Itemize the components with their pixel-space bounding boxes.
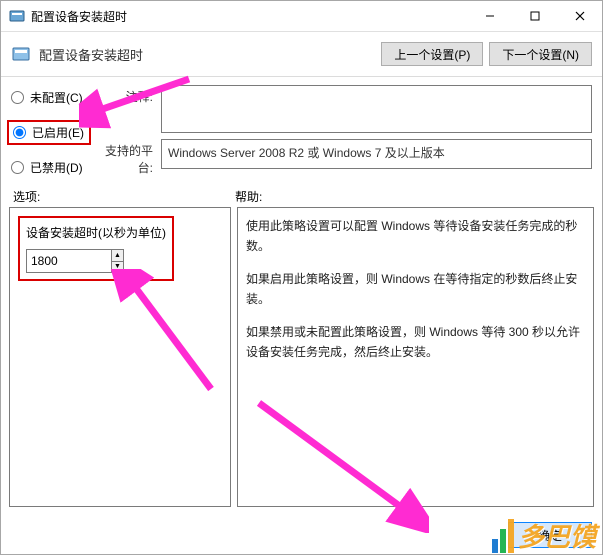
radio-disabled[interactable]: 已禁用(D) — [11, 159, 91, 176]
timeout-spinner[interactable]: ▲ ▼ — [26, 249, 124, 273]
dialog-window: 配置设备安装超时 配置设备安装超时 上一个设置(P) 下一个设置(N) — [0, 0, 603, 555]
platform-row: 支持的平台: Windows Server 2008 R2 或 Windows … — [91, 139, 592, 176]
radio-not-configured-input[interactable] — [11, 91, 24, 104]
platform-label: 支持的平台: — [91, 139, 153, 176]
help-panel: 使用此策略设置可以配置 Windows 等待设备安装任务完成的秒数。 如果启用此… — [237, 207, 594, 507]
prev-setting-button[interactable]: 上一个设置(P) — [381, 42, 483, 66]
app-icon — [9, 8, 25, 24]
subheader: 配置设备安装超时 上一个设置(P) 下一个设置(N) — [1, 32, 602, 77]
comment-label: 注释: — [91, 85, 153, 105]
policy-icon — [11, 44, 31, 64]
config-area: 未配置(C) 已启用(E) 已禁用(D) 注释: 支持的平台: Windows … — [1, 77, 602, 180]
radio-disabled-label: 已禁用(D) — [30, 159, 83, 176]
subheader-title: 配置设备安装超时 — [39, 45, 143, 64]
option-title: 设备安装超时(以秒为单位) — [26, 224, 166, 241]
help-heading: 帮助: — [235, 188, 590, 205]
radio-not-configured-label: 未配置(C) — [30, 89, 83, 106]
comment-row: 注释: — [91, 85, 592, 133]
radio-not-configured[interactable]: 未配置(C) — [11, 89, 91, 106]
radio-enabled[interactable]: 已启用(E) — [13, 124, 85, 141]
window-title: 配置设备安装超时 — [31, 8, 127, 25]
radio-enabled-label: 已启用(E) — [32, 124, 84, 141]
next-setting-button[interactable]: 下一个设置(N) — [489, 42, 592, 66]
minimize-button[interactable] — [467, 1, 512, 31]
radio-enabled-highlight: 已启用(E) — [7, 120, 91, 145]
maximize-button[interactable] — [512, 1, 557, 31]
options-panel: 设备安装超时(以秒为单位) ▲ ▼ — [9, 207, 231, 507]
radio-disabled-input[interactable] — [11, 161, 24, 174]
option-highlight: 设备安装超时(以秒为单位) ▲ ▼ — [18, 216, 174, 281]
close-button[interactable] — [557, 1, 602, 31]
watermark-bars — [492, 519, 514, 553]
spinner-down[interactable]: ▼ — [112, 261, 123, 273]
help-p1: 使用此策略设置可以配置 Windows 等待设备安装任务完成的秒数。 — [246, 216, 585, 257]
titlebar: 配置设备安装超时 — [1, 1, 602, 32]
timeout-input[interactable] — [27, 250, 111, 272]
watermark: 多巴馍 — [492, 517, 596, 554]
help-p3: 如果禁用或未配置此策略设置，则 Windows 等待 300 秒以允许设备安装任… — [246, 322, 585, 363]
state-radio-group: 未配置(C) 已启用(E) 已禁用(D) — [11, 85, 91, 176]
mid-labels: 选项: 帮助: — [1, 180, 602, 207]
spinner-arrows: ▲ ▼ — [111, 250, 123, 272]
watermark-text: 多巴馍 — [518, 517, 596, 554]
platform-value: Windows Server 2008 R2 或 Windows 7 及以上版本 — [161, 139, 592, 169]
panels: 设备安装超时(以秒为单位) ▲ ▼ 使用此策略设置可以配置 Windows 等待… — [1, 207, 602, 507]
radio-enabled-input[interactable] — [13, 126, 26, 139]
options-heading: 选项: — [13, 188, 235, 205]
help-p2: 如果启用此策略设置，则 Windows 在等待指定的秒数后终止安装。 — [246, 269, 585, 310]
comment-input[interactable] — [161, 85, 592, 133]
config-fields: 注释: 支持的平台: Windows Server 2008 R2 或 Wind… — [91, 85, 592, 176]
spinner-up[interactable]: ▲ — [112, 250, 123, 261]
